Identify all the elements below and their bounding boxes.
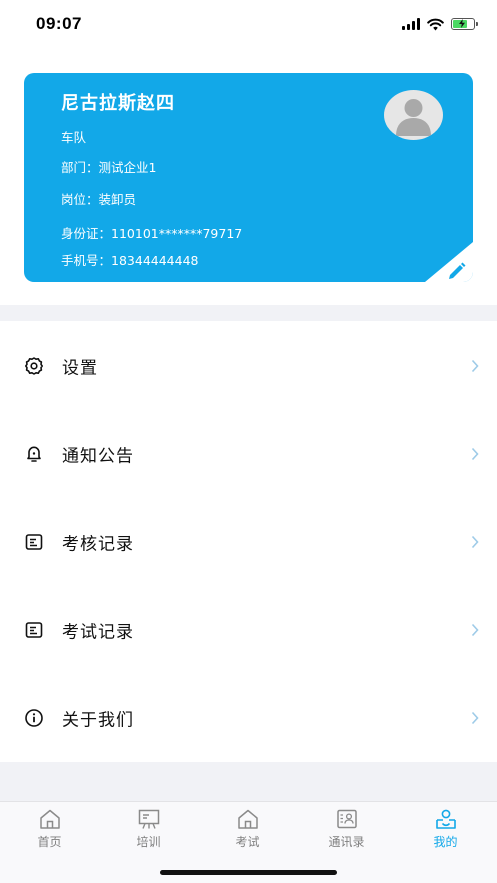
tab-training[interactable]: 培训 <box>99 808 198 858</box>
content-bottom-spacer <box>0 762 497 801</box>
tab-mine[interactable]: 我的 <box>396 808 495 858</box>
menu-item-label: 考核记录 <box>62 534 134 555</box>
menu-item-label: 考试记录 <box>62 622 134 643</box>
exam-icon <box>237 809 258 829</box>
chevron-right-icon <box>471 623 479 637</box>
chevron-right-icon <box>471 359 479 373</box>
profile-department: 部门：测试企业1 <box>61 157 156 176</box>
tab-label: 我的 <box>433 835 458 849</box>
tab-exam[interactable]: 考试 <box>198 808 297 858</box>
status-icons <box>402 16 478 32</box>
menu-item-notices[interactable]: 通知公告 <box>0 410 497 498</box>
chevron-right-icon <box>471 711 479 725</box>
menu-item-label: 通知公告 <box>62 446 134 467</box>
menu-item-about-us[interactable]: 关于我们 <box>0 674 497 762</box>
profile-id-number: 身份证：110101*******79717 <box>61 223 242 242</box>
contacts-icon <box>336 809 357 829</box>
tab-contacts[interactable]: 通讯录 <box>297 808 396 858</box>
menu-item-assessment-records[interactable]: 考核记录 <box>0 498 497 586</box>
menu-item-label: 设置 <box>62 358 98 379</box>
cellular-signal-icon <box>402 18 420 30</box>
section-divider <box>0 305 497 321</box>
avatar[interactable] <box>384 90 443 140</box>
chevron-right-icon <box>471 535 479 549</box>
profile-name: 尼古拉斯赵四 <box>61 93 175 114</box>
menu-item-label: 关于我们 <box>62 710 134 731</box>
status-time: 09:07 <box>36 14 82 33</box>
training-board-icon <box>138 809 159 829</box>
battery-icon <box>451 18 478 30</box>
chevron-right-icon <box>471 447 479 461</box>
profile-phone: 手机号：18344444448 <box>61 250 199 269</box>
profile-icon <box>435 809 456 829</box>
id-label: 身份证： <box>61 226 112 241</box>
menu-item-exam-records[interactable]: 考试记录 <box>0 586 497 674</box>
department-label: 部门： <box>61 160 99 175</box>
id-value: 110101*******79717 <box>111 226 243 241</box>
department-value: 测试企业1 <box>98 160 157 175</box>
home-indicator <box>160 870 337 875</box>
phone-label: 手机号： <box>61 253 112 268</box>
tab-label: 首页 <box>37 835 62 849</box>
wifi-icon <box>427 18 444 30</box>
info-icon <box>25 709 43 727</box>
edit-profile-button[interactable] <box>425 242 473 282</box>
document-icon <box>25 534 43 550</box>
home-icon <box>39 809 60 829</box>
position-value: 装卸员 <box>98 192 137 207</box>
position-label: 岗位： <box>61 192 99 207</box>
profile-team: 车队 <box>61 130 87 145</box>
profile-card[interactable]: 尼古拉斯赵四 车队 部门：测试企业1 岗位：装卸员 身份证：110101****… <box>24 73 473 282</box>
gear-icon <box>25 357 43 375</box>
tab-label: 培训 <box>136 835 161 849</box>
tab-label: 通讯录 <box>328 835 365 849</box>
status-bar: 09:07 <box>0 0 497 50</box>
menu-item-settings[interactable]: 设置 <box>0 322 497 410</box>
phone-value: 18344444448 <box>111 253 199 268</box>
profile-position: 岗位：装卸员 <box>61 189 136 208</box>
tab-home[interactable]: 首页 <box>0 808 99 858</box>
bell-icon <box>27 446 41 462</box>
tab-label: 考试 <box>235 835 260 849</box>
document-icon <box>25 622 43 638</box>
